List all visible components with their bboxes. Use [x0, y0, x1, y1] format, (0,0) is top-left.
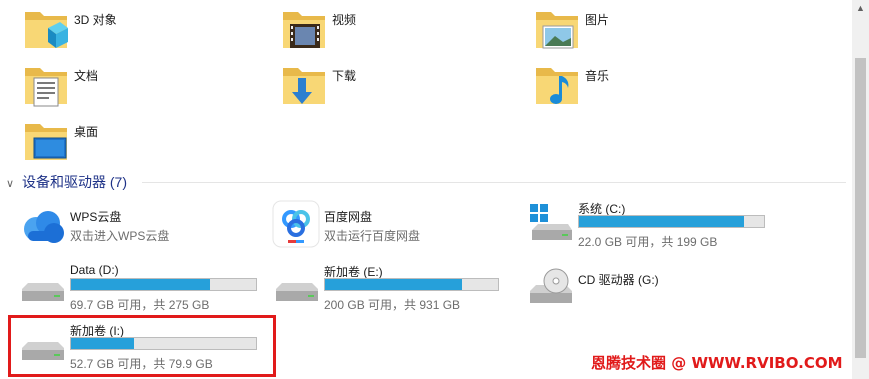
- wps-cloud-icon: [24, 211, 64, 243]
- drive-item-cd-g[interactable]: CD 驱动器 (G:): [526, 263, 771, 319]
- folder-item-music[interactable]: 音乐: [533, 62, 753, 116]
- watermark-text: 恩腾技术圈 @ WWW.RVIBO.COM: [591, 354, 843, 372]
- section-divider: [142, 182, 846, 183]
- documents-folder-icon: [25, 68, 67, 107]
- folder-item-pictures[interactable]: 图片: [533, 6, 753, 60]
- folder-item-documents[interactable]: 文档: [22, 62, 242, 116]
- section-title: 设备和驱动器 (7): [22, 174, 127, 190]
- selection-highlight-box: [8, 315, 276, 377]
- drive-usage-text: 200 GB 可用，共 931 GB: [324, 298, 461, 312]
- devices-section-header[interactable]: ∨ 设备和驱动器 (7): [6, 172, 127, 192]
- drive-item-wps-cloud[interactable]: WPS云盘 双击进入WPS云盘: [18, 205, 248, 261]
- drive-name: 百度网盘: [324, 210, 373, 224]
- drive-usage-bar: [578, 215, 765, 228]
- drive-subtitle: 双击进入WPS云盘: [70, 229, 170, 243]
- drive-item-new-volume-e[interactable]: 新加卷 (E:) 200 GB 可用，共 931 GB: [272, 263, 517, 319]
- folder-label: 桌面: [74, 125, 99, 139]
- chevron-down-icon: ∨: [6, 178, 15, 190]
- drive-name: CD 驱动器 (G:): [578, 273, 659, 287]
- downloads-folder-icon: [283, 68, 325, 104]
- windows-drive-icon: [530, 204, 572, 240]
- drive-usage-bar: [70, 278, 257, 291]
- folder-item-3d-objects[interactable]: 3D 对象: [22, 6, 242, 60]
- drive-usage-fill: [579, 216, 744, 227]
- vertical-scrollbar[interactable]: ▲: [852, 0, 869, 379]
- baidu-netdisk-icon: [272, 200, 320, 248]
- drive-item-system-c[interactable]: 系统 (C:) 22.0 GB 可用，共 199 GB: [526, 200, 771, 256]
- folder-label: 3D 对象: [74, 13, 117, 27]
- folder-item-desktop[interactable]: 桌面: [22, 118, 242, 172]
- drive-subtitle: 双击运行百度网盘: [324, 229, 421, 243]
- cd-drive-icon: [530, 268, 572, 303]
- folder-label: 文档: [74, 69, 99, 83]
- folder-item-videos[interactable]: 视频: [280, 6, 500, 60]
- hard-drive-icon: [276, 283, 318, 301]
- drive-name: Data (D:): [70, 263, 119, 277]
- drive-usage-text: 22.0 GB 可用，共 199 GB: [578, 235, 718, 249]
- scroll-up-arrow-icon[interactable]: ▲: [852, 0, 869, 17]
- scrollbar-thumb[interactable]: [855, 58, 866, 358]
- drive-item-baidu-netdisk[interactable]: 百度网盘 双击运行百度网盘: [272, 200, 502, 256]
- folder-label: 图片: [585, 13, 610, 27]
- drive-name: WPS云盘: [70, 210, 122, 224]
- hard-drive-icon: [22, 283, 64, 301]
- drive-usage-bar: [324, 278, 499, 291]
- videos-folder-icon: [283, 12, 325, 48]
- drive-item-data-d[interactable]: Data (D:) 69.7 GB 可用，共 275 GB: [18, 263, 263, 319]
- drive-usage-text: 69.7 GB 可用，共 275 GB: [70, 298, 210, 312]
- drive-usage-fill: [325, 279, 462, 290]
- drive-usage-fill: [71, 279, 210, 290]
- music-folder-icon: [536, 68, 578, 104]
- desktop-folder-icon: [25, 124, 67, 160]
- folder-label: 音乐: [585, 69, 610, 83]
- 3d-objects-folder-icon: [25, 12, 68, 48]
- folder-item-downloads[interactable]: 下载: [280, 62, 500, 116]
- folder-label: 视频: [332, 13, 357, 27]
- pictures-folder-icon: [536, 12, 578, 49]
- folder-label: 下载: [332, 69, 357, 83]
